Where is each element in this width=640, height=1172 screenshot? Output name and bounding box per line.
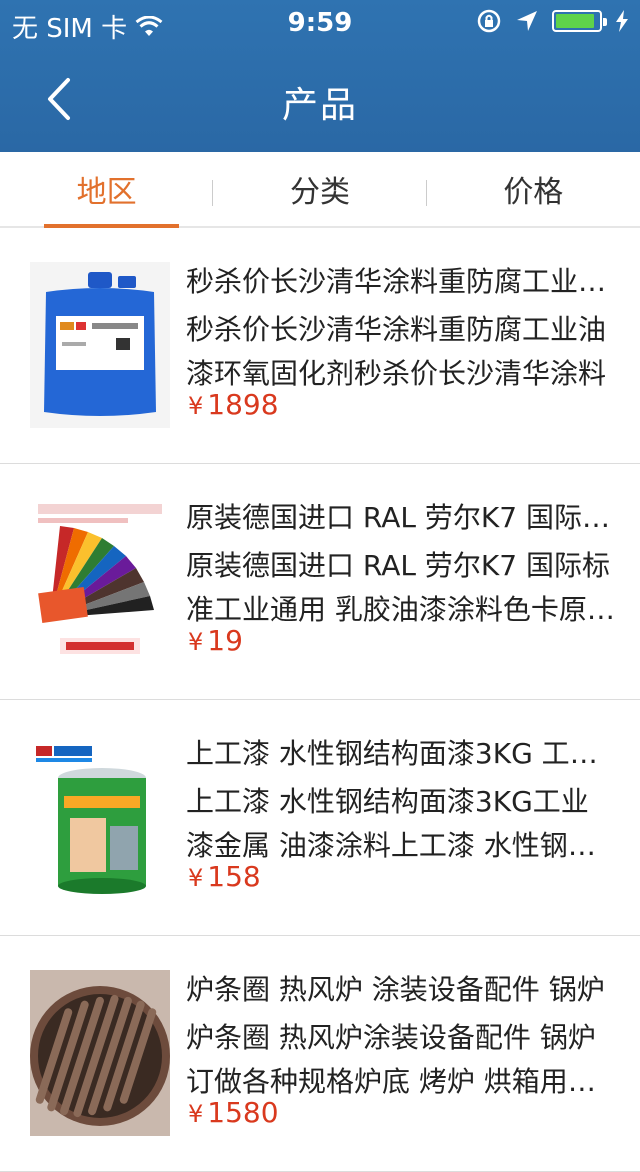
product-list: 秒杀价长沙清华涂料重防腐工业油漆环氧固化剂秒杀价长沙清华涂料 秒杀价长沙清华涂料…: [0, 228, 640, 1172]
product-description: 秒杀价长沙清华涂料重防腐工业油漆环氧固化剂秒杀价长沙清华涂料: [186, 313, 607, 390]
charging-bolt-icon: [616, 10, 628, 32]
tab-category[interactable]: 分类: [213, 152, 427, 226]
currency-symbol: ¥: [188, 1100, 204, 1128]
rotation-lock-icon: [477, 9, 501, 33]
product-price: ¥ 158: [188, 860, 261, 893]
product-image-grate: [30, 970, 170, 1136]
product-description: 炉条圈 热风炉涂装设备配件 锅炉订做各种规格炉底 烤炉 烘箱用配件: [186, 1021, 596, 1098]
currency-symbol: ¥: [188, 392, 204, 420]
tab-label: 分类: [289, 175, 350, 210]
product-price: ¥ 1898: [188, 388, 279, 421]
product-name: 秒杀价长沙清华涂料重防腐工业油漆环氧固化剂秒杀价长沙清华涂料: [186, 265, 616, 298]
product-name: 原装德国进口 RAL 劳尔K7 国际标准工业通用: [186, 501, 616, 534]
price-value: 1898: [207, 388, 279, 421]
app-header: 无 SIM 卡 9:59 产品: [0, 0, 640, 152]
status-bar: 无 SIM 卡 9:59: [0, 0, 640, 48]
price-value: 158: [207, 860, 261, 893]
currency-symbol: ¥: [188, 864, 204, 892]
tab-region[interactable]: 地区: [0, 152, 214, 228]
product-name: 上工漆 水性钢结构面漆3KG 工业漆: [186, 737, 616, 770]
product-item[interactable]: 原装德国进口 RAL 劳尔K7 国际标准工业通用 原装德国进口 RAL 劳尔K7…: [0, 464, 640, 700]
product-image-color-fan: [30, 498, 170, 664]
tab-label: 地区: [76, 175, 137, 210]
product-image-paint-can: [30, 734, 170, 900]
filter-tabs: 地区 分类 价格: [0, 152, 640, 228]
tab-label: 价格: [503, 175, 564, 210]
product-description: 原装德国进口 RAL 劳尔K7 国际标准工业通用 乳胶油漆涂料色卡原装正版: [186, 549, 615, 626]
product-price: ¥ 19: [188, 624, 243, 657]
currency-symbol: ¥: [188, 628, 204, 656]
price-value: 1580: [207, 1096, 279, 1129]
product-item[interactable]: 炉条圈 热风炉 涂装设备配件 锅炉 炉条圈 热风炉涂装设备配件 锅炉订做各种规格…: [0, 936, 640, 1172]
product-image-bucket: [30, 262, 170, 428]
battery-nub: [603, 18, 607, 26]
product-price: ¥ 1580: [188, 1096, 279, 1129]
product-description: 上工漆 水性钢结构面漆3KG工业漆金属 油漆涂料上工漆 水性钢结构面漆: [186, 785, 596, 862]
product-name: 炉条圈 热风炉 涂装设备配件 锅炉: [186, 973, 605, 1006]
tab-price[interactable]: 价格: [427, 152, 640, 226]
price-value: 19: [207, 624, 243, 657]
battery-fill: [556, 14, 594, 28]
battery-icon: [552, 10, 607, 32]
location-arrow-icon: [517, 11, 537, 31]
nav-bar: 产品: [0, 48, 640, 152]
product-item[interactable]: 上工漆 水性钢结构面漆3KG 工业漆 上工漆 水性钢结构面漆3KG工业漆金属 油…: [0, 700, 640, 936]
product-item[interactable]: 秒杀价长沙清华涂料重防腐工业油漆环氧固化剂秒杀价长沙清华涂料 秒杀价长沙清华涂料…: [0, 228, 640, 464]
status-right: [476, 8, 628, 34]
page-title: 产品: [281, 85, 358, 126]
